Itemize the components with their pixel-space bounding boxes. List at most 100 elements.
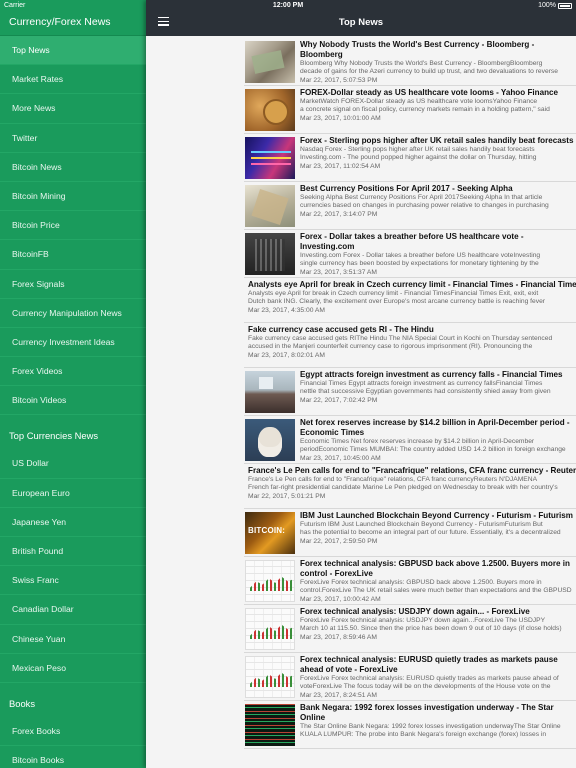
news-summary: periodEconomic Times MUMBAI: The country… — [300, 446, 566, 453]
news-date: Mar 23, 2017, 4:35:00 AM — [248, 307, 325, 314]
news-item[interactable]: Forex technical analysis: GBPUSD back ab… — [244, 557, 576, 605]
sidebar: Currency/Forex News Top News Market Rates… — [0, 0, 146, 768]
sidebar-item-forex-signals[interactable]: Forex Signals — [0, 270, 146, 299]
news-summary: Dutch bank ING. Clearly, the excitement … — [248, 298, 546, 305]
news-text: Net forex reserves increase by $14.2 bil… — [300, 418, 576, 463]
news-summary: March 10 at 115.50. Since then the price… — [300, 625, 562, 632]
news-text: IBM Just Launched Blockchain Beyond Curr… — [300, 511, 576, 547]
sidebar-item-twitter[interactable]: Twitter — [0, 124, 146, 153]
thumbnail-caption: BITCOIN: — [248, 526, 286, 535]
news-text: France's Le Pen calls for end to "Franca… — [248, 466, 576, 502]
news-thumbnail — [245, 704, 295, 746]
clock: 12:00 PM — [272, 2, 304, 9]
news-item[interactable]: Why Nobody Trusts the World's Best Curre… — [244, 38, 576, 86]
news-item[interactable]: Analysts eye April for break in Czech cu… — [244, 278, 576, 323]
news-text: Best Currency Positions For April 2017 -… — [300, 184, 576, 220]
sidebar-item-forex-videos[interactable]: Forex Videos — [0, 357, 146, 387]
news-summary: ForexLive Forex technical analysis: USDJ… — [300, 617, 546, 624]
news-title: IBM Just Launched Blockchain Beyond Curr… — [300, 511, 573, 520]
sidebar-item-european-euro[interactable]: European Euro — [0, 479, 146, 508]
sidebar-item-bitcoin-news[interactable]: Bitcoin News — [0, 153, 146, 182]
news-item[interactable]: FOREX-Dollar steady as US healthcare vot… — [244, 86, 576, 134]
news-item[interactable]: Egypt attracts foreign investment as cur… — [244, 368, 576, 416]
news-date: Mar 22, 2017, 5:07:53 PM — [300, 77, 378, 84]
news-summary: has the potential to become an integral … — [300, 529, 561, 536]
news-summary: currencies based on changes in purchasin… — [300, 202, 549, 209]
sidebar-item-bitcoin-mining[interactable]: Bitcoin Mining — [0, 182, 146, 212]
news-title: Forex - Sterling pops higher after UK re… — [300, 136, 574, 145]
news-item[interactable]: Best Currency Positions For April 2017 -… — [244, 182, 576, 230]
news-item[interactable]: Fake currency case accused gets RI - The… — [244, 323, 576, 368]
page-title: Top News — [338, 17, 384, 28]
news-text: Why Nobody Trusts the World's Best Curre… — [300, 40, 576, 85]
news-thumbnail — [245, 89, 295, 131]
battery-icon — [558, 2, 572, 9]
news-summary: ForexLive Forex technical analysis: EURU… — [300, 675, 559, 682]
news-item[interactable]: Forex technical analysis: USDJPY down ag… — [244, 605, 576, 653]
news-text: FOREX-Dollar steady as US healthcare vot… — [300, 88, 576, 124]
news-thumbnail: BITCOIN: — [245, 512, 295, 554]
news-title: Bank Negara: 1992 forex losses investiga… — [300, 703, 554, 722]
sidebar-item-us-dollar[interactable]: US Dollar — [0, 449, 146, 479]
news-item[interactable]: Forex technical analysis: EURUSD quietly… — [244, 653, 576, 701]
news-item[interactable]: Forex - Sterling pops higher after UK re… — [244, 134, 576, 182]
news-thumbnail — [245, 137, 295, 179]
news-date: Mar 23, 2017, 8:02:01 AM — [248, 352, 325, 359]
news-title: Forex technical analysis: EURUSD quietly… — [300, 655, 558, 674]
main-panel: Top News Why Nobody Trusts the World's B… — [146, 0, 576, 768]
sidebar-item-currency-investment-ideas[interactable]: Currency Investment Ideas — [0, 328, 146, 358]
news-summary: The Star Online Bank Negara: 1992 forex … — [300, 723, 561, 730]
sidebar-item-market-rates[interactable]: Market Rates — [0, 65, 146, 95]
sidebar-item-chinese-yuan[interactable]: Chinese Yuan — [0, 625, 146, 654]
sidebar-item-swiss-franc[interactable]: Swiss Franc — [0, 566, 146, 596]
sidebar-item-bitcoin-books[interactable]: Bitcoin Books — [0, 746, 146, 768]
news-title: Forex - Dollar takes a breather before U… — [300, 232, 524, 251]
news-item[interactable]: Bank Negara: 1992 forex losses investiga… — [244, 701, 576, 749]
sidebar-item-bitcoinfb[interactable]: BitcoinFB — [0, 240, 146, 270]
news-item[interactable]: Forex - Dollar takes a breather before U… — [244, 230, 576, 278]
news-text: Forex technical analysis: EURUSD quietly… — [300, 655, 576, 700]
news-date: Mar 23, 2017, 3:51:37 AM — [300, 269, 377, 276]
news-item[interactable]: BITCOIN: IBM Just Launched Blockchain Bey… — [244, 509, 576, 557]
sidebar-item-top-news[interactable]: Top News — [0, 36, 146, 66]
news-summary: decade of gains for the Azeri currency t… — [300, 68, 558, 75]
news-text: Forex technical analysis: GBPUSD back ab… — [300, 559, 576, 604]
news-summary: accused in the Manjeri counterfeit curre… — [248, 343, 533, 350]
news-date: Mar 23, 2017, 10:01:00 AM — [300, 115, 381, 122]
news-text: Egypt attracts foreign investment as cur… — [300, 370, 576, 406]
news-date: Mar 23, 2017, 8:59:46 AM — [300, 634, 377, 641]
sidebar-item-bitcoin-videos[interactable]: Bitcoin Videos — [0, 386, 146, 416]
news-thumbnail — [245, 608, 295, 650]
news-summary: Analysts eye April for break in Czech cu… — [248, 290, 539, 297]
news-summary: control.ForexLive The UK retail sales we… — [300, 587, 572, 594]
news-title: Why Nobody Trusts the World's Best Curre… — [300, 40, 535, 59]
news-title: Net forex reserves increase by $14.2 bil… — [300, 418, 570, 437]
news-thumbnail — [245, 185, 295, 227]
news-text: Analysts eye April for break in Czech cu… — [248, 280, 576, 316]
news-title: France's Le Pen calls for end to "Franca… — [248, 466, 576, 475]
news-title: Fake currency case accused gets RI - The… — [248, 325, 434, 334]
news-date: Mar 22, 2017, 2:59:50 PM — [300, 538, 378, 545]
news-summary: French far-right presidential candidate … — [248, 484, 558, 491]
sidebar-item-british-pound[interactable]: British Pound — [0, 537, 146, 567]
news-thumbnail — [245, 419, 295, 461]
sidebar-item-mexican-peso[interactable]: Mexican Peso — [0, 654, 146, 683]
sidebar-item-more-news[interactable]: More News — [0, 94, 146, 124]
news-date: Mar 23, 2017, 8:24:51 AM — [300, 692, 377, 699]
section-header-books: Books — [9, 697, 36, 709]
news-title: Analysts eye April for break in Czech cu… — [248, 280, 576, 289]
news-item[interactable]: France's Le Pen calls for end to "Franca… — [244, 464, 576, 509]
sidebar-item-bitcoin-price[interactable]: Bitcoin Price — [0, 211, 146, 241]
sidebar-books: Forex Books Bitcoin Books — [0, 717, 146, 768]
news-summary: Fake currency case accused gets RIThe Hi… — [248, 335, 553, 342]
sidebar-item-canadian-dollar[interactable]: Canadian Dollar — [0, 595, 146, 625]
news-feed: Why Nobody Trusts the World's Best Curre… — [244, 38, 576, 749]
news-summary: MarketWatch FOREX-Dollar steady as US he… — [300, 98, 538, 105]
sidebar-item-currency-manipulation-news[interactable]: Currency Manipulation News — [0, 299, 146, 328]
news-item[interactable]: Net forex reserves increase by $14.2 bil… — [244, 416, 576, 464]
news-summary: ForexLive Forex technical analysis: GBPU… — [300, 579, 542, 586]
sidebar-item-forex-books[interactable]: Forex Books — [0, 717, 146, 747]
news-text: Bank Negara: 1992 forex losses investiga… — [300, 703, 576, 739]
sidebar-menu: Top News Market Rates More News Twitter Bitc… — [0, 36, 146, 416]
sidebar-item-japanese-yen[interactable]: Japanese Yen — [0, 508, 146, 537]
